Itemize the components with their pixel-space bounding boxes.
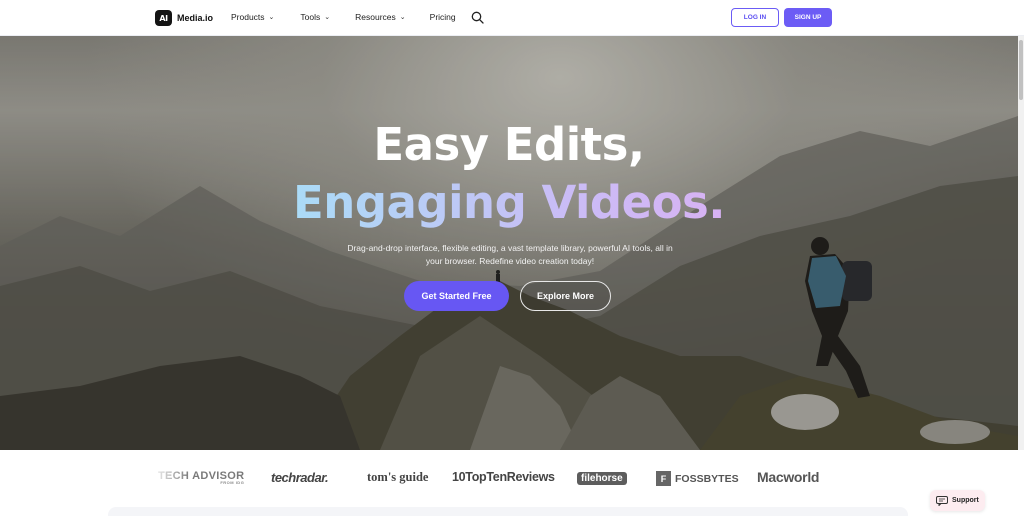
hero-subtitle: Drag-and-drop interface, flexible editin… (347, 243, 673, 266)
menu-item-products[interactable]: Products ⌄ (231, 12, 274, 22)
brand-name: FOSSBYTES (675, 472, 739, 485)
media-io-logo[interactable]: AI Media.io (155, 10, 213, 26)
support-button[interactable]: Support (930, 490, 985, 511)
menu-label: Resources (355, 12, 396, 22)
chevron-down-icon: ⌄ (399, 14, 406, 21)
scrollbar-thumb[interactable] (1019, 40, 1023, 100)
toptenreviews-logo: 10TopTenReviews (452, 470, 555, 484)
menu-item-pricing[interactable]: Pricing (430, 12, 456, 22)
menu-label: Products (231, 12, 265, 22)
menu-label: Pricing (429, 12, 456, 22)
search-icon[interactable] (471, 11, 484, 24)
menu-item-resources[interactable]: Resources ⌄ (355, 12, 406, 22)
menu-item-tools[interactable]: Tools ⌄ (300, 12, 330, 22)
filehorse-logo: filehorse (577, 472, 627, 485)
get-started-free-button[interactable]: Get Started Free (404, 281, 509, 311)
fossbytes-logo: F FOSSBYTES (656, 471, 739, 486)
top-nav: AI Media.io Products ⌄ Tools ⌄ Resources… (0, 0, 1024, 36)
toms-guide-logo: tom's guide (367, 470, 429, 484)
macworld-logo: Macworld (757, 469, 820, 485)
techradar-logo: techradar. (271, 470, 329, 485)
chat-icon (936, 495, 948, 506)
menu-label: Tools (300, 12, 321, 22)
explore-more-button[interactable]: Explore More (520, 281, 611, 311)
hero-headline-line2: Engaging Videos. (0, 176, 1018, 229)
support-label: Support (952, 497, 979, 504)
logo-mark: AI (155, 10, 172, 26)
chevron-down-icon: ⌄ (268, 14, 275, 21)
next-section-card (108, 507, 908, 516)
main-menu: Products ⌄ Tools ⌄ Resources ⌄ Pricing (231, 12, 456, 22)
hero-section: Easy Edits, Engaging Videos. Drag-and-dr… (0, 36, 1018, 450)
login-button[interactable]: LOG IN (731, 8, 779, 27)
signup-button[interactable]: SIGN UP (784, 8, 832, 27)
chevron-down-icon: ⌄ (324, 14, 331, 21)
logo-text: Media.io (177, 13, 214, 23)
hero-headline-line1: Easy Edits, (373, 118, 645, 171)
fossbytes-badge: F (656, 471, 671, 486)
